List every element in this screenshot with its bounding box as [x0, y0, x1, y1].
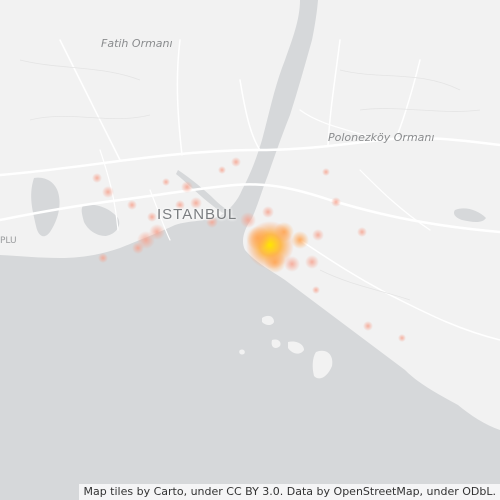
heat-spot: [284, 256, 300, 272]
heat-spot: [312, 286, 320, 294]
heat-spot: [246, 226, 270, 250]
heat-spot: [357, 227, 367, 237]
heat-spot: [218, 166, 226, 174]
heat-spot: [181, 181, 193, 193]
heat-spot: [92, 173, 102, 183]
heat-spot: [291, 231, 309, 249]
heat-spot: [162, 178, 170, 186]
heat-spot: [262, 206, 274, 218]
heat-spot: [147, 212, 157, 222]
heat-spot: [264, 251, 286, 273]
base-map: [0, 0, 500, 500]
polonezkoy-forest-label: Polonezköy Ormanı: [328, 131, 435, 144]
heat-spot: [331, 197, 341, 207]
heat-spot: [132, 242, 144, 254]
heat-spot: [305, 255, 319, 269]
fatih-forest-label: Fatih Ormanı: [101, 37, 173, 50]
heat-spot: [274, 222, 294, 242]
heat-spot: [398, 334, 406, 342]
heat-spot: [322, 168, 330, 176]
heat-spot: [127, 200, 137, 210]
edge-place-label: PLU: [0, 236, 17, 246]
map-view[interactable]: Fatih Ormanı Polonezköy Ormanı ISTANBUL …: [0, 0, 500, 500]
map-attribution: Map tiles by Carto, under CC BY 3.0. Dat…: [79, 484, 500, 500]
istanbul-city-label: ISTANBUL: [157, 206, 238, 223]
heat-spot: [363, 321, 373, 331]
heat-spot: [231, 157, 241, 167]
heat-spot: [312, 229, 324, 241]
heat-spot: [98, 253, 108, 263]
heat-spot: [240, 212, 256, 228]
heat-spot: [102, 186, 114, 198]
